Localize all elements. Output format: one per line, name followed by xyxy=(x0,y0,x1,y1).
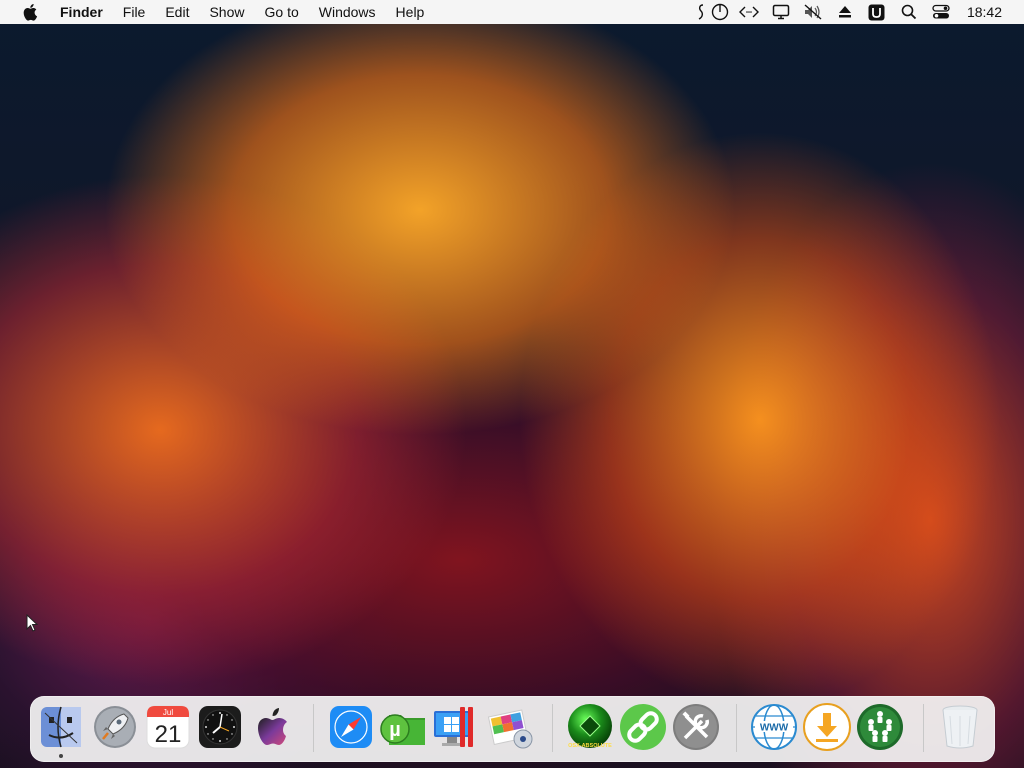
power-circle-icon[interactable] xyxy=(707,0,733,24)
rocket-icon xyxy=(94,706,136,748)
menu-help[interactable]: Help xyxy=(386,0,435,24)
download-icon xyxy=(803,703,851,751)
mouse-cursor-icon xyxy=(26,613,39,637)
running-indicator xyxy=(59,754,63,758)
photos-disc-icon xyxy=(487,709,533,749)
finder-icon xyxy=(41,706,81,748)
green-orb-icon: OSX-ABSOLUTE xyxy=(568,704,612,749)
orb-label: OSX-ABSOLUTE xyxy=(568,743,612,749)
menu-edit[interactable]: Edit xyxy=(155,0,199,24)
dock-item-utorrent[interactable]: µ xyxy=(379,702,429,752)
utorrent-icon: µ xyxy=(380,714,425,745)
calendar-icon: Jul 21 xyxy=(146,705,190,749)
dock-item-photo-slideshow[interactable] xyxy=(485,702,535,752)
u-badge-icon[interactable] xyxy=(861,0,893,24)
menu-file[interactable]: File xyxy=(113,0,156,24)
menu-windows[interactable]: Windows xyxy=(309,0,386,24)
dock-item-finder[interactable] xyxy=(36,702,86,752)
menu-go-to[interactable]: Go to xyxy=(255,0,309,24)
dock-separator xyxy=(313,704,314,752)
dock-item-calendar[interactable]: Jul 21 xyxy=(143,702,193,752)
control-center-icon[interactable] xyxy=(925,0,957,24)
dock-item-trash[interactable] xyxy=(935,702,985,752)
apple-gradient-icon xyxy=(258,708,287,745)
code-brackets-icon[interactable] xyxy=(733,0,765,24)
menu-show[interactable]: Show xyxy=(199,0,254,24)
script-s-icon[interactable] xyxy=(695,0,707,24)
dock-item-link[interactable] xyxy=(618,702,668,752)
clock-icon xyxy=(199,706,241,748)
menu-app-name[interactable]: Finder xyxy=(56,0,113,24)
mute-icon[interactable] xyxy=(797,0,829,24)
dock-item-apple[interactable] xyxy=(248,702,298,752)
dock-item-downloader[interactable] xyxy=(802,702,852,752)
menu-bar-clock[interactable]: 18:42 xyxy=(957,4,1024,20)
svg-text:WWW: WWW xyxy=(760,723,789,734)
calendar-month: Jul xyxy=(163,708,173,717)
apple-menu-icon[interactable] xyxy=(20,3,42,21)
dock-item-clock[interactable] xyxy=(195,702,245,752)
search-icon[interactable] xyxy=(893,0,925,24)
calendar-day: 21 xyxy=(155,721,182,748)
dock-separator xyxy=(923,704,924,752)
parallels-icon xyxy=(434,707,473,747)
menu-bar: Finder File Edit Show Go to Windows Help xyxy=(0,0,1024,24)
tools-icon xyxy=(673,704,719,750)
chain-link-icon xyxy=(620,704,666,750)
eject-icon[interactable] xyxy=(829,0,861,24)
dock-item-green-orb[interactable]: OSX-ABSOLUTE xyxy=(565,702,615,752)
dock-item-safari[interactable] xyxy=(326,702,376,752)
dock-item-launchpad[interactable] xyxy=(90,702,140,752)
dock-item-utilities[interactable] xyxy=(671,702,721,752)
dock-item-parallels[interactable] xyxy=(432,702,482,752)
dock-item-web[interactable]: WWW xyxy=(749,702,799,752)
dock-item-network[interactable] xyxy=(855,702,905,752)
dock: Jul 21 µ OSX-ABSOLUTE WWW xyxy=(30,696,995,762)
compass-icon xyxy=(330,706,372,748)
svg-text:µ: µ xyxy=(389,719,401,741)
people-network-icon xyxy=(857,704,903,750)
display-icon[interactable] xyxy=(765,0,797,24)
dock-separator xyxy=(736,704,737,752)
www-globe-icon: WWW xyxy=(751,704,797,750)
dock-separator xyxy=(552,704,553,752)
desktop-wallpaper xyxy=(0,0,1024,768)
trash-icon xyxy=(942,705,978,749)
